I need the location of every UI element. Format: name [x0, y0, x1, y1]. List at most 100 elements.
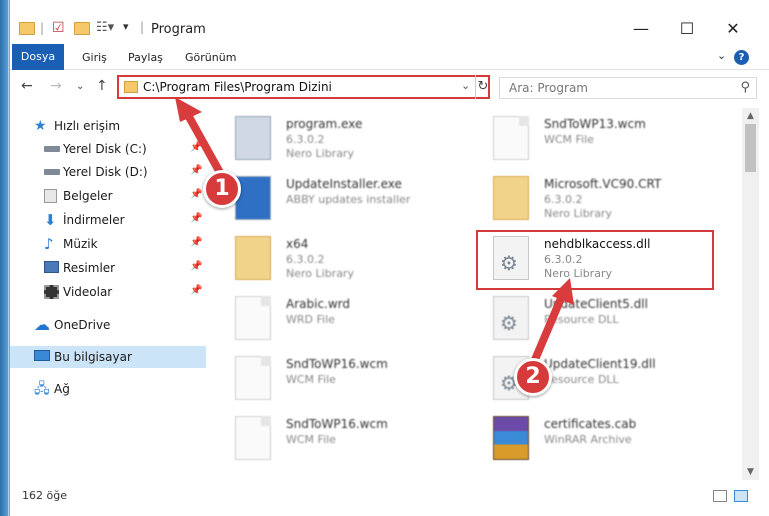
scroll-thumb[interactable] [745, 124, 756, 172]
status-bar: 162 öğe [10, 486, 769, 508]
scroll-up-icon[interactable]: ▲ [742, 108, 759, 124]
folder-icon [19, 22, 35, 35]
details-view-icon[interactable] [713, 490, 727, 502]
tab-home[interactable]: Giriş [82, 48, 107, 70]
address-bar[interactable]: C:\Program Files\Program Dizini ⌄ ↻ [117, 75, 490, 99]
pin-icon[interactable]: 📌 [190, 237, 202, 248]
tab-file[interactable]: Dosya [12, 44, 64, 70]
computer-icon [34, 350, 50, 361]
file-item[interactable]: UpdateInstaller.exe ABBY updates install… [220, 168, 450, 226]
address-path[interactable]: C:\Program Files\Program Dizini [143, 80, 332, 94]
close-button[interactable]: ✕ [710, 14, 756, 44]
nav-label: Hızlı erişim [54, 119, 121, 133]
navigation-pane: ★ Hızlı erişim Yerel Disk (C:) 📌 Yerel D… [10, 108, 210, 480]
file-name: Microsoft.VC90.CRT [544, 177, 662, 191]
tiles-view-icon[interactable] [734, 490, 748, 502]
customize-toolbar-icon[interactable]: ▾ [123, 20, 129, 36]
picture-icon [44, 261, 59, 273]
file-meta: 6.3.0.2 [286, 253, 325, 266]
nav-network[interactable]: 🖧 Ağ [10, 378, 206, 400]
archive-icon [493, 416, 529, 460]
minimize-button[interactable]: — [618, 14, 664, 44]
step-badge-1: 1 [203, 170, 241, 208]
file-item[interactable]: ⚙ UpdateClient5.dll Resource DLL [478, 288, 708, 346]
folder-icon [235, 236, 271, 280]
nav-label: Videolar [63, 285, 113, 299]
chevron-down-icon[interactable]: ⌄ [461, 79, 470, 92]
view-options-icon[interactable]: ☷▾ [96, 20, 114, 36]
pin-icon[interactable]: 📌 [190, 189, 202, 200]
drive-icon [44, 146, 60, 152]
pin-icon[interactable]: 📌 [190, 165, 202, 176]
pin-icon[interactable]: 📌 [190, 285, 202, 296]
nav-item-disk-d[interactable]: Yerel Disk (D:) 📌 [10, 161, 206, 183]
file-item[interactable]: SndToWP16.wcm WCM File [220, 348, 450, 406]
file-item[interactable]: program.exe 6.3.0.2 Nero Library [220, 108, 450, 166]
recent-dropdown-icon[interactable]: ⌄ [76, 81, 84, 92]
forward-arrow-icon[interactable]: → [50, 78, 62, 94]
file-item[interactable]: SndToWP13.wcm WCM File [478, 108, 708, 166]
file-meta: 6.3.0.2 [286, 133, 325, 146]
nav-quick-access[interactable]: ★ Hızlı erişim [10, 115, 206, 137]
folder-icon [493, 176, 529, 220]
nav-label: Belgeler [63, 189, 113, 203]
star-icon: ★ [34, 118, 47, 134]
nav-label: Yerel Disk (D:) [63, 165, 148, 179]
new-folder-icon[interactable] [74, 22, 90, 35]
file-meta: Nero Library [286, 267, 354, 280]
search-input[interactable]: Ara: Program [509, 81, 588, 95]
nav-item-music[interactable]: ♪ Müzik 📌 [10, 233, 206, 255]
file-name: UpdateInstaller.exe [286, 177, 402, 191]
pin-icon[interactable]: 📌 [190, 261, 202, 272]
file-item[interactable]: Arabic.wrd WRD File [220, 288, 450, 346]
vertical-scrollbar[interactable]: ▲ ▼ [742, 108, 759, 480]
file-item[interactable]: ⚙ UpdateClient19.dll Resource DLL [478, 348, 708, 406]
file-name: UpdateClient5.dll [544, 297, 648, 311]
file-meta: WRD File [286, 313, 335, 326]
cloud-icon: ☁ [34, 315, 50, 334]
file-item[interactable]: x64 6.3.0.2 Nero Library [220, 228, 450, 286]
file-meta: Nero Library [544, 207, 612, 220]
tab-view[interactable]: Görünüm [185, 48, 236, 70]
search-icon[interactable]: ⚲ [740, 80, 750, 95]
help-icon[interactable]: ? [734, 50, 749, 65]
file-item[interactable]: SndToWP16.wcm WCM File [220, 408, 450, 466]
file-meta: Resource DLL [544, 313, 619, 326]
back-arrow-icon[interactable]: ← [21, 78, 33, 94]
pin-icon[interactable]: 📌 [190, 142, 202, 153]
nav-this-pc[interactable]: Bu bilgisayar [10, 346, 206, 368]
maximize-button[interactable]: ☐ [664, 14, 710, 44]
file-name: UpdateClient19.dll [544, 357, 656, 371]
search-box[interactable]: Ara: Program ⚲ [499, 77, 757, 99]
refresh-icon[interactable]: ↻ [475, 75, 490, 99]
file-meta: WinRAR Archive [544, 433, 632, 446]
file-name: SndToWP13.wcm [544, 117, 646, 131]
folder-icon [124, 81, 138, 93]
tab-share[interactable]: Paylaş [128, 48, 163, 70]
nav-item-documents[interactable]: Belgeler 📌 [10, 185, 206, 207]
nav-item-pictures[interactable]: Resimler 📌 [10, 257, 206, 279]
scroll-down-icon[interactable]: ▼ [742, 464, 759, 480]
file-meta: WCM File [544, 133, 594, 146]
file-name: program.exe [286, 117, 363, 131]
nav-onedrive[interactable]: ☁ OneDrive [10, 314, 206, 336]
installer-icon [235, 176, 271, 220]
nav-label: Yerel Disk (C:) [63, 142, 147, 156]
download-arrow-icon: ⬇ [44, 211, 57, 229]
nav-label: OneDrive [54, 318, 111, 332]
nav-item-videos[interactable]: Videolar 📌 [10, 281, 206, 303]
nav-item-disk-c[interactable]: Yerel Disk (C:) 📌 [10, 138, 206, 160]
ribbon: Dosya Giriş Paylaş Görünüm ⌄ ? [10, 44, 769, 70]
music-note-icon: ♪ [44, 235, 54, 253]
pin-icon[interactable]: 📌 [190, 213, 202, 224]
file-item[interactable]: certificates.cab WinRAR Archive [478, 408, 708, 466]
chevron-down-icon[interactable]: ⌄ [717, 49, 726, 62]
properties-icon[interactable]: ☑ [52, 20, 65, 36]
item-count: 162 öğe [22, 489, 67, 502]
nav-item-downloads[interactable]: ⬇ İndirmeler 📌 [10, 209, 206, 231]
explorer-window: | ☑ ☷▾ ▾ | Program — ☐ ✕ Dosya Giriş Pay… [9, 0, 769, 516]
file-item[interactable]: Microsoft.VC90.CRT 6.3.0.2 Nero Library [478, 168, 708, 226]
document-icon [44, 189, 57, 203]
up-arrow-icon[interactable]: ↑ [96, 78, 108, 94]
separator: | [40, 21, 45, 35]
